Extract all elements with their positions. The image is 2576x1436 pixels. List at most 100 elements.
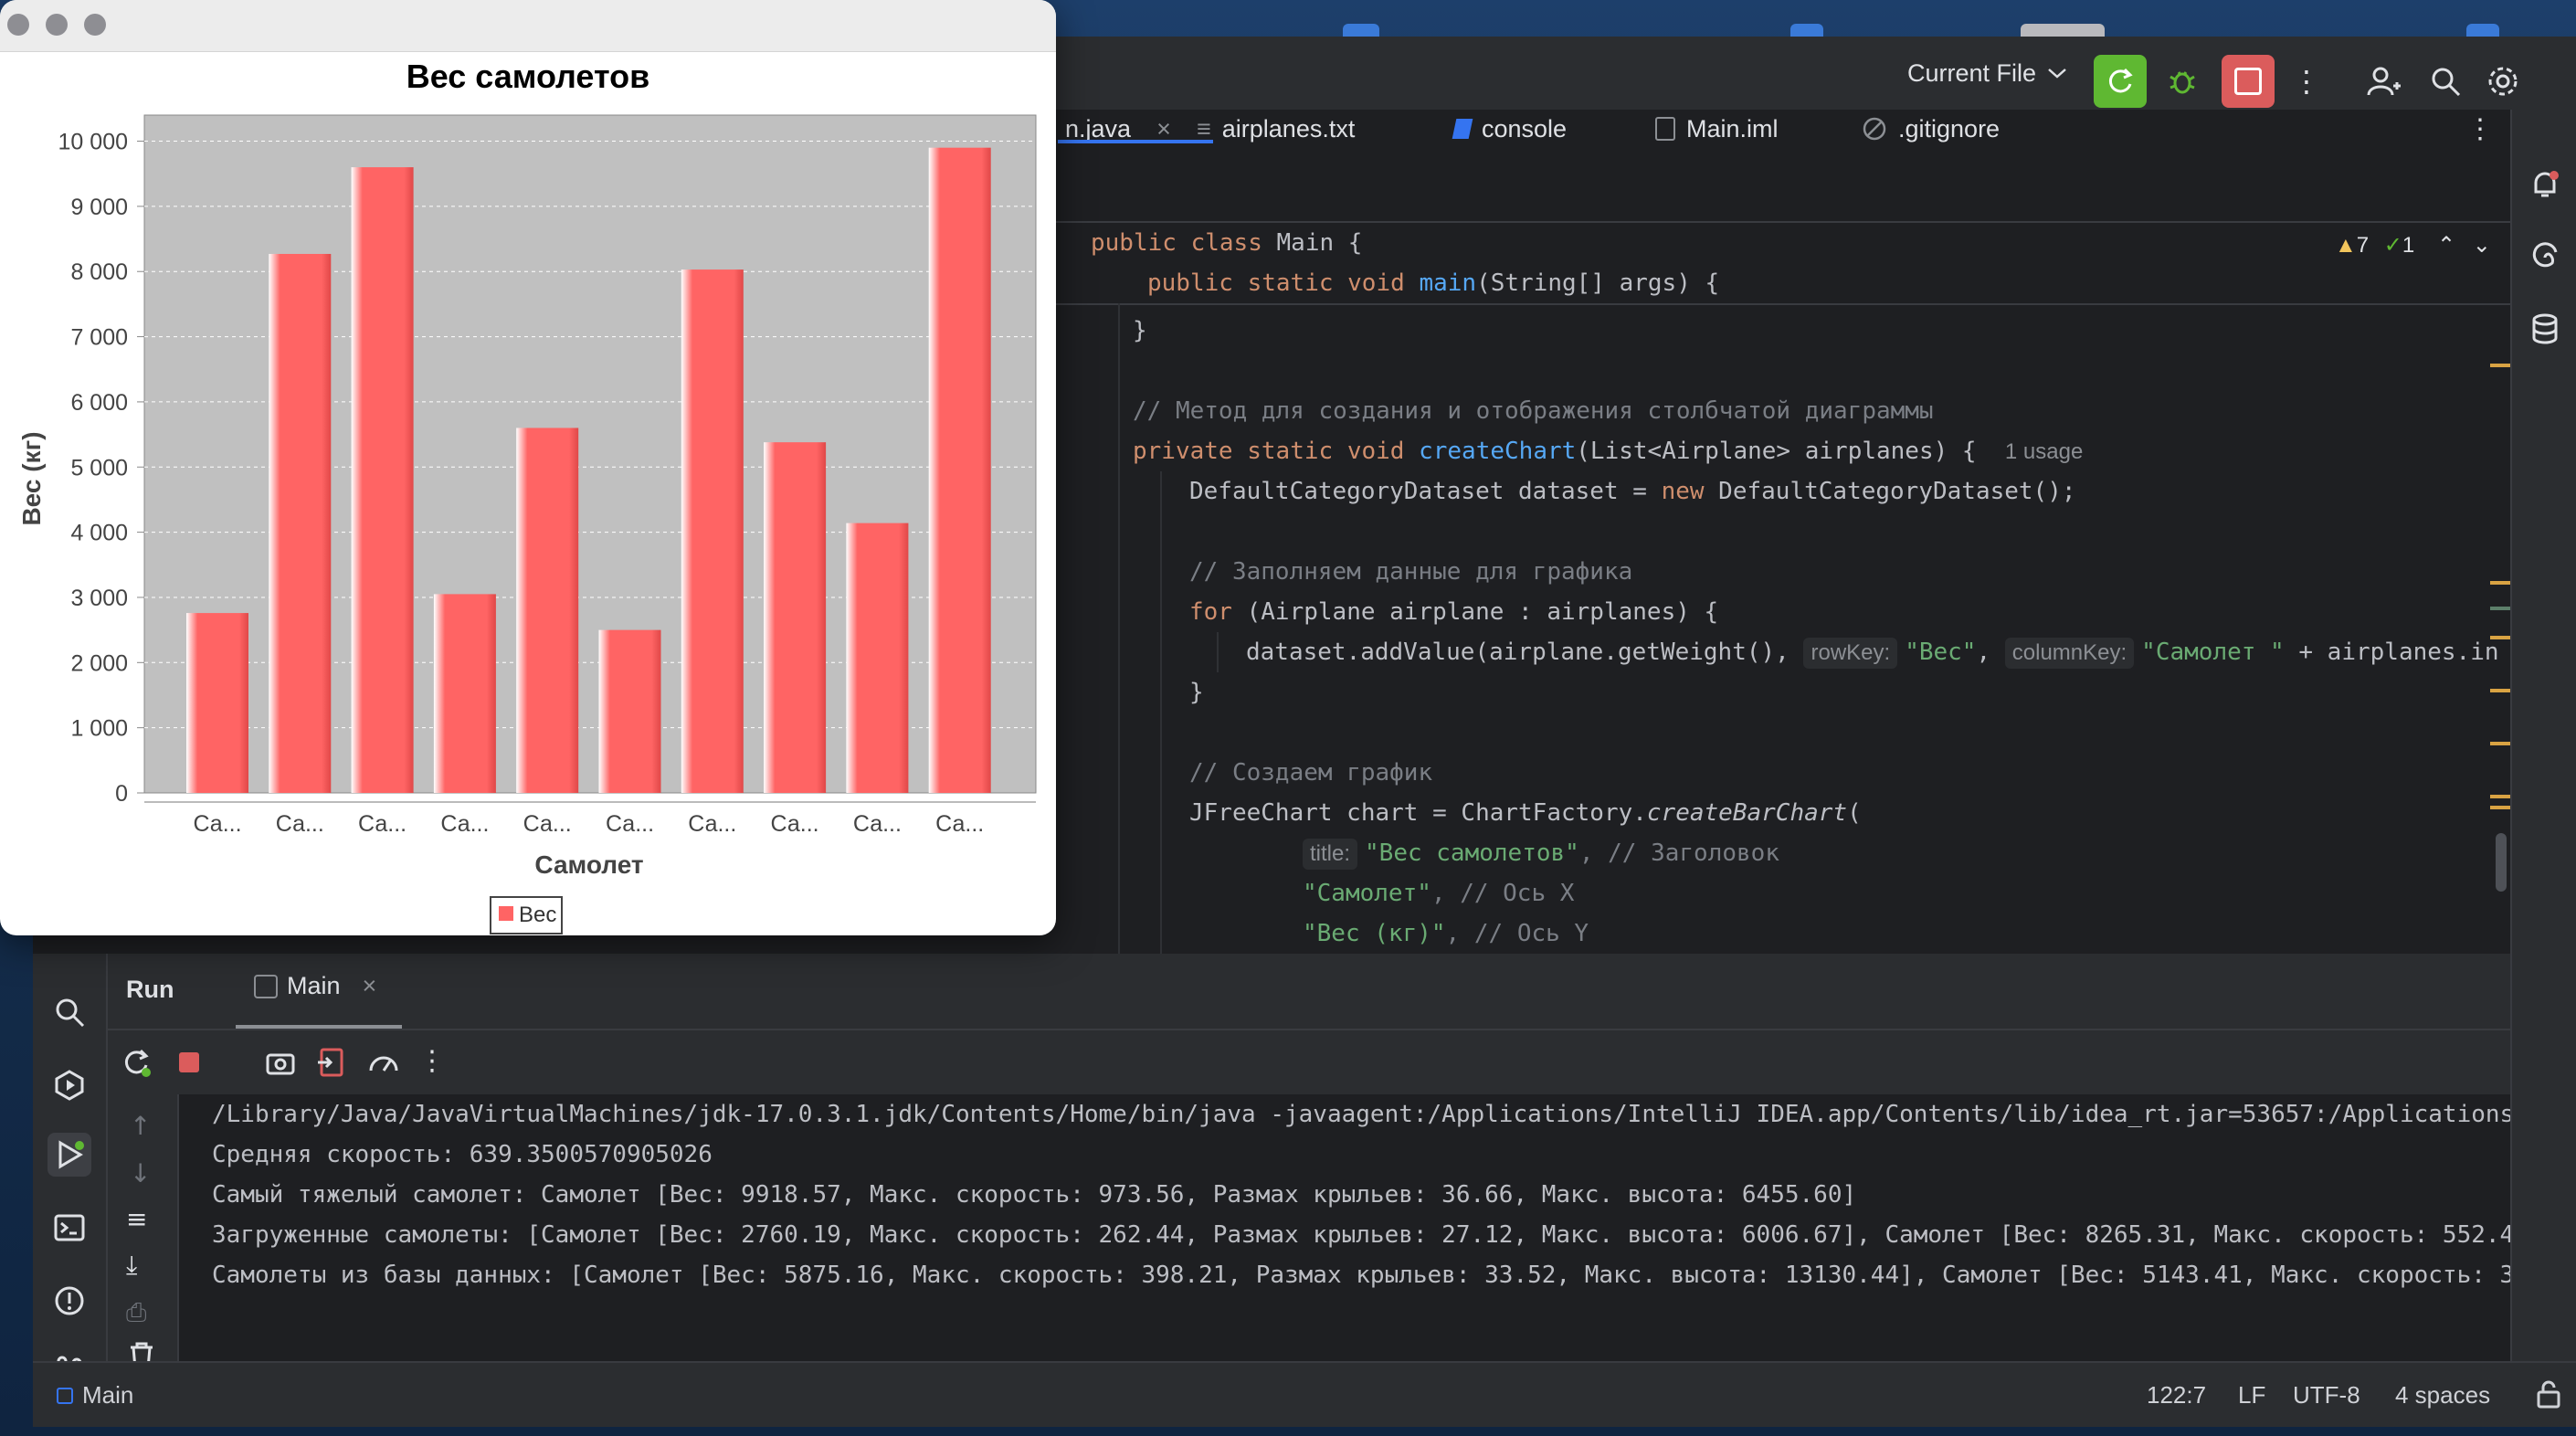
rerun-icon[interactable]: [121, 1047, 152, 1078]
x-tick-label: Са...: [935, 811, 984, 837]
indent-guide: [1160, 471, 1162, 954]
stop-button[interactable]: [2222, 55, 2275, 108]
rerun-icon: [2108, 68, 2133, 93]
inspection-widget[interactable]: ▲7 ✓1 ⌃ ⌄: [2335, 232, 2491, 259]
debug-button[interactable]: [2156, 55, 2209, 108]
tab-label: .gitignore: [1898, 114, 2001, 143]
chevron-up-icon[interactable]: ⌃: [2437, 233, 2455, 258]
tab-main-iml[interactable]: Main.iml: [1655, 110, 1779, 148]
exit-icon[interactable]: [316, 1047, 347, 1078]
search-icon: [2432, 68, 2461, 97]
x-tick-label: Са...: [440, 811, 489, 837]
bar: [764, 442, 827, 793]
check-icon: ✓: [2383, 233, 2402, 258]
indent-setting[interactable]: 4 spaces: [2395, 1381, 2490, 1410]
tab-label: airplanes.txt: [1221, 114, 1356, 143]
more-vertical-icon[interactable]: ⋮: [418, 1045, 446, 1077]
x-tick-label: Са...: [606, 811, 654, 837]
problems-tool-button[interactable]: [48, 1279, 91, 1323]
chart-window: Вес самолетов 0 1 000 2 000 3 000 4 000 5 000…: [0, 0, 1056, 935]
y-tick-label: 1 000: [70, 716, 128, 742]
tab-label: n.java: [1065, 114, 1132, 143]
tab-label: console: [1482, 114, 1568, 143]
y-tick-label: 8 000: [70, 259, 128, 285]
database-icon: [2532, 313, 2558, 344]
module-file-icon: [1655, 117, 1675, 141]
print-icon[interactable]: ⎙: [126, 1297, 146, 1328]
chart-legend: Вес: [490, 896, 563, 934]
tab-actions-button[interactable]: ⋮: [2466, 110, 2494, 148]
settings-button[interactable]: [2485, 55, 2521, 108]
x-tick-label: Са...: [358, 811, 406, 837]
code-with-me-button[interactable]: [2357, 55, 2410, 108]
parameter-hint: columnKey:: [2004, 638, 2135, 669]
application-icon: [254, 974, 278, 998]
run-tab-main[interactable]: Main ×: [254, 972, 376, 1000]
run-configuration-selector[interactable]: Current File: [1907, 55, 2067, 91]
console-line: Загруженные самолеты: [Самолет [Вес: 276…: [212, 1221, 2510, 1249]
lock-icon[interactable]: [2536, 1379, 2561, 1409]
active-tab-indicator: [1058, 140, 1213, 143]
profiler-icon[interactable]: [367, 1047, 400, 1078]
code-line: DefaultCategoryDataset dataset = new Def…: [1189, 478, 2076, 505]
console-output[interactable]: /Library/Java/JavaVirtualMachines/jdk-17…: [179, 1094, 2510, 1361]
y-tick-label: 4 000: [70, 521, 128, 546]
tab-airplanes-txt[interactable]: ≡ airplanes.txt: [1197, 110, 1355, 148]
chart-window-titlebar: [0, 0, 1056, 52]
warning-icon: ▲: [2335, 233, 2357, 258]
rerun-button[interactable]: [2094, 55, 2147, 108]
tab-console[interactable]: console: [1452, 110, 1568, 148]
database-button[interactable]: [2523, 307, 2567, 351]
x-tick-label: Са...: [853, 811, 902, 837]
problems-icon: [55, 1286, 84, 1315]
code-line: "Вес (кг)", // Ось Y: [1303, 920, 1589, 947]
bar: [269, 253, 332, 793]
minimize-window-button[interactable]: [46, 14, 68, 36]
line-separator[interactable]: LF: [2238, 1381, 2265, 1410]
code-line: }: [1189, 679, 1204, 706]
console-sidebar: ↑ ↓ ≡ ⤓ ⎙: [108, 1094, 179, 1370]
tab-gitignore[interactable]: .gitignore: [1862, 110, 2000, 148]
close-icon[interactable]: ×: [1156, 115, 1171, 143]
code-comment: // Метод для создания и отображения стол…: [1133, 397, 1934, 425]
editor-scrollbar[interactable]: [2496, 833, 2507, 892]
console-line: Самолеты из базы данных: [Самолет [Вес: …: [212, 1262, 2510, 1289]
code-comment: // Заполняем данные для графика: [1189, 558, 1633, 586]
bar: [186, 613, 248, 793]
bar: [351, 167, 414, 794]
code-line: "Самолет", // Ось X: [1303, 880, 1575, 907]
arrow-down-icon[interactable]: ↓: [130, 1158, 151, 1188]
close-window-button[interactable]: [7, 14, 29, 36]
run-panel-title: Run: [126, 976, 174, 1003]
zoom-window-button[interactable]: [84, 14, 106, 36]
code-comment: // Создаем график: [1189, 759, 1433, 787]
run-tab-label: Main: [287, 972, 341, 999]
bar: [681, 269, 744, 793]
notifications-button[interactable]: [2523, 163, 2567, 206]
chevron-down-icon[interactable]: ⌄: [2473, 233, 2491, 258]
run-toolbar: ⋮: [108, 1030, 2510, 1094]
bar: [433, 594, 496, 793]
terminal-tool-button[interactable]: [48, 1206, 91, 1250]
stop-icon[interactable]: [179, 1052, 199, 1072]
find-tool-button[interactable]: [48, 990, 91, 1034]
status-project[interactable]: Main: [57, 1381, 133, 1410]
usage-hint[interactable]: 1 usage: [2005, 439, 2083, 464]
tab-label: Main.iml: [1686, 114, 1779, 143]
scroll-to-end-icon[interactable]: ⤓: [126, 1250, 137, 1281]
file-encoding[interactable]: UTF-8: [2293, 1381, 2360, 1410]
more-actions-button[interactable]: ⋮: [2280, 55, 2333, 108]
y-tick-label: 7 000: [70, 325, 128, 351]
chevron-down-icon: [2048, 69, 2066, 79]
services-tool-button[interactable]: [48, 1063, 91, 1107]
close-icon[interactable]: ×: [363, 972, 377, 1000]
run-tool-button[interactable]: [48, 1133, 91, 1177]
arrow-up-icon[interactable]: ↑: [130, 1111, 151, 1141]
caret-position[interactable]: 122:7: [2147, 1381, 2206, 1410]
search-everywhere-button[interactable]: [2419, 55, 2472, 108]
add-user-icon: [2367, 67, 2401, 96]
ai-assistant-button[interactable]: [2523, 236, 2567, 280]
code-line: title: "Вес самолетов", // Заголовок: [1303, 833, 1779, 873]
soft-wrap-icon[interactable]: ≡: [126, 1204, 147, 1234]
camera-icon[interactable]: [265, 1047, 296, 1078]
